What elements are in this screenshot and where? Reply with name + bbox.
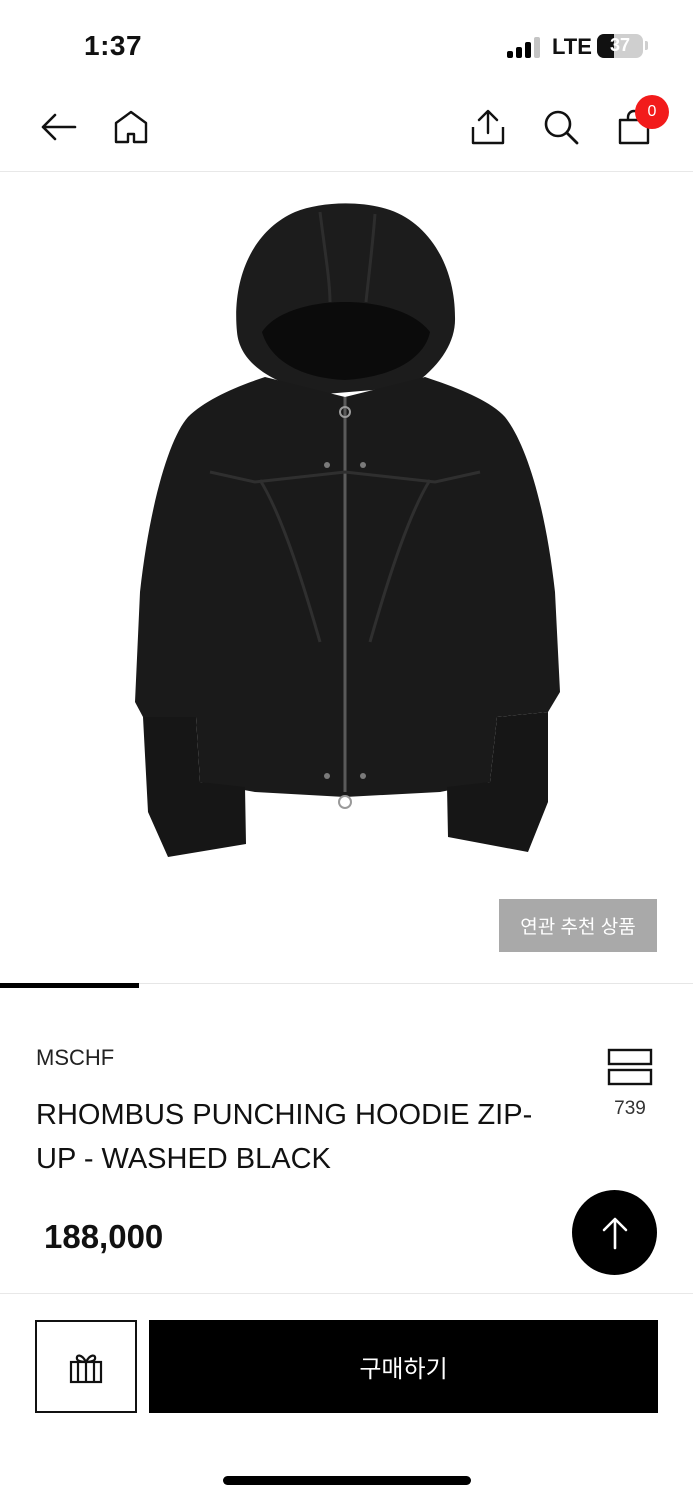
battery-icon: 37 [597, 34, 643, 58]
product-image [135, 203, 560, 857]
share-icon[interactable] [465, 104, 511, 150]
buy-button[interactable]: 구매하기 [149, 1320, 658, 1413]
status-bar: 1:37 LTE 37 [0, 0, 693, 90]
product-price: 188,000 [44, 1218, 164, 1255]
cart-count-badge: 0 [635, 95, 669, 129]
home-indicator[interactable] [223, 1476, 471, 1485]
product-title: RHOMBUS PUNCHING HOODIE ZIP-UP - WASHED … [36, 1099, 533, 1175]
signal-icon [507, 36, 543, 58]
related-products-button[interactable]: 연관 추천 상품 [499, 899, 657, 952]
product-brand[interactable]: MSCHF [36, 1045, 114, 1071]
like-icon[interactable] [607, 1048, 653, 1086]
network-label: LTE [552, 34, 592, 59]
back-arrow-icon[interactable] [35, 104, 81, 150]
home-icon[interactable] [108, 104, 154, 150]
image-progress-bar [0, 983, 139, 988]
gift-button[interactable] [35, 1320, 137, 1413]
arrow-up-icon [602, 1217, 627, 1249]
battery-level: 37 [609, 35, 631, 55]
battery-cap [645, 41, 648, 50]
gift-icon [69, 1354, 103, 1383]
top-nav [0, 90, 693, 172]
action-bar-divider [0, 1293, 693, 1294]
like-count: 739 [614, 1098, 646, 1119]
search-icon[interactable] [538, 104, 584, 150]
status-time: 1:37 [84, 30, 143, 61]
product-image-carousel[interactable] [0, 172, 693, 984]
scroll-to-top-button[interactable] [572, 1190, 657, 1275]
